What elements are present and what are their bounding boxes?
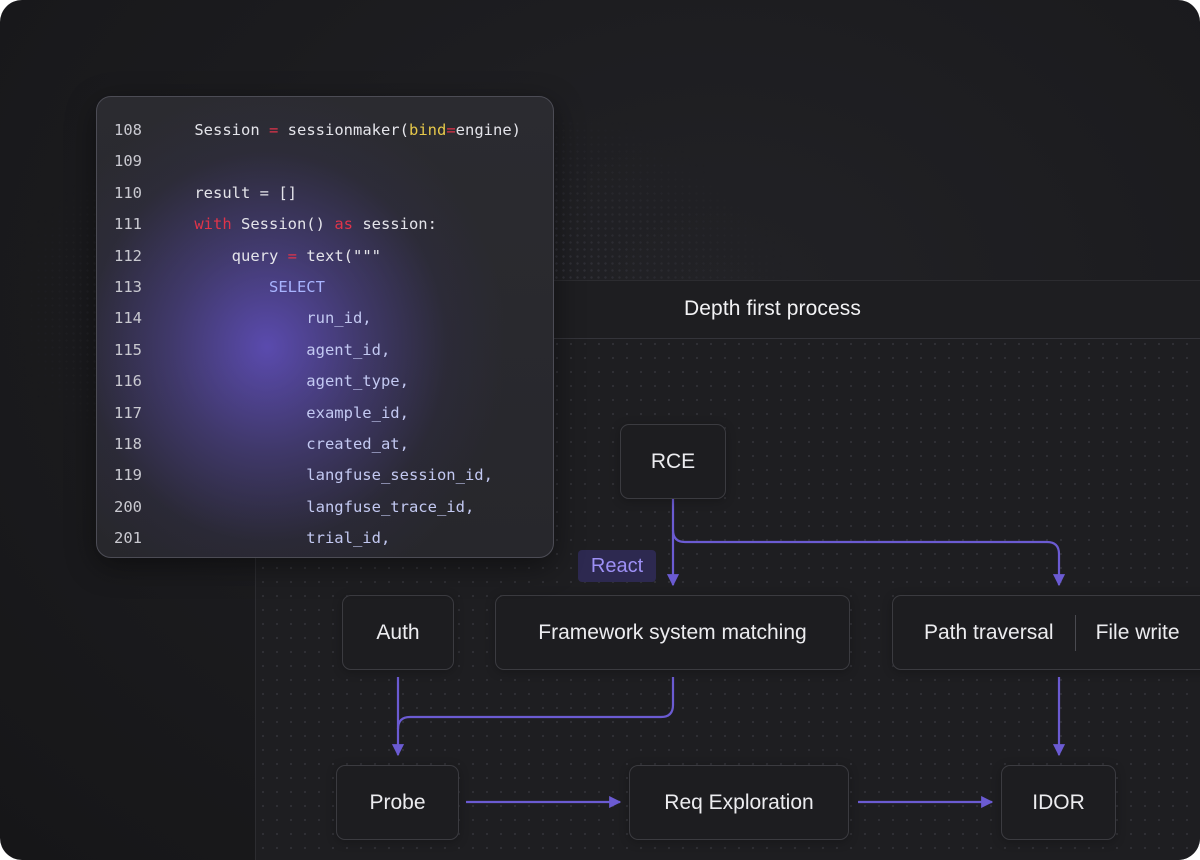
node-file-write-label: File write: [1095, 620, 1180, 644]
code-text: Session = sessionmaker(bind=engine): [157, 119, 521, 141]
code-token: query: [157, 246, 288, 265]
edge-rce-to-path-traversal: [671, 529, 1066, 587]
code-line: 118 created_at,: [97, 433, 553, 455]
line-number: 110: [114, 183, 142, 202]
code-text: run_id,: [157, 307, 372, 329]
code-text: agent_type,: [157, 370, 409, 392]
node-req-exploration-label: Req Exploration: [664, 790, 814, 814]
code-panel: 108 Session = sessionmaker(bind=engine) 1…: [96, 96, 554, 558]
code-token: agent_type,: [157, 372, 409, 391]
node-path-traversal-label: Path traversal: [924, 620, 1054, 644]
code-line: 109: [97, 150, 553, 172]
line-number: 116: [114, 372, 142, 391]
code-token: sessionmaker(: [278, 121, 409, 139]
code-token: langfuse_session_id,: [157, 466, 493, 485]
code-token: =: [268, 121, 279, 139]
node-rce[interactable]: RCE: [620, 424, 726, 499]
code-token: engine): [455, 121, 521, 139]
node-framework-system-matching[interactable]: Framework system matching: [495, 595, 850, 670]
code-text: agent_id,: [157, 339, 390, 361]
line-number: 108: [114, 121, 142, 139]
code-token: =: [446, 121, 456, 139]
line-number: 118: [114, 435, 142, 453]
code-text: result = []: [157, 182, 297, 204]
code-line: 113 SELECT: [97, 276, 553, 298]
node-auth-label: Auth: [376, 620, 420, 644]
code-line: 200 langfuse_trace_id,: [97, 496, 553, 518]
code-token: run_id,: [157, 309, 372, 328]
node-framework-label: Framework system matching: [538, 620, 807, 644]
node-idor[interactable]: IDOR: [1001, 765, 1116, 840]
node-path-traversal-file-write[interactable]: Path traversal File write: [892, 595, 1200, 670]
line-number: 201: [114, 529, 142, 548]
code-token: Session(): [231, 215, 335, 234]
code-line: 114 run_id,: [97, 307, 553, 329]
react-tag-label: React: [590, 554, 644, 577]
code-token: bind: [408, 121, 447, 139]
code-token: Session: [157, 121, 269, 139]
line-number: 109: [114, 152, 142, 171]
code-line: 112 query = text(""": [97, 245, 553, 267]
line-number: 119: [114, 466, 142, 485]
node-idor-label: IDOR: [1032, 790, 1085, 814]
node-rce-label: RCE: [650, 449, 696, 473]
line-number: 200: [114, 497, 142, 516]
code-line: 116 agent_type,: [97, 370, 553, 392]
code-text: trial_id,: [157, 527, 390, 549]
code-line: 115 agent_id,: [97, 339, 553, 361]
code-line: 110 result = []: [97, 182, 553, 204]
code-token: session:: [352, 215, 437, 234]
code-line: 119 langfuse_session_id,: [97, 464, 553, 486]
edge-framework-to-probe: [396, 677, 675, 730]
code-token: agent_id,: [157, 340, 391, 359]
code-token: langfuse_trace_id,: [157, 497, 475, 516]
line-number: 112: [114, 246, 142, 265]
node-req-exploration[interactable]: Req Exploration: [629, 765, 849, 840]
code-text: with Session() as session:: [157, 213, 437, 235]
code-token: with: [194, 215, 232, 234]
code-text: created_at,: [157, 433, 409, 455]
code-token: result = []: [157, 183, 297, 202]
line-number: 113: [114, 278, 142, 296]
line-number: 111: [114, 215, 142, 234]
code-line: 201 trial_id,: [97, 527, 553, 549]
code-token: example_id,: [157, 403, 409, 422]
code-line: 111 with Session() as session:: [97, 213, 553, 235]
canvas: Depth first process RCE Auth Framework s…: [0, 0, 1200, 860]
code-token: as: [334, 215, 353, 234]
react-tag: React: [578, 550, 656, 582]
code-token: trial_id,: [157, 529, 391, 548]
code-text: example_id,: [157, 402, 409, 424]
code-token: SELECT: [157, 278, 325, 296]
code-line: 108 Session = sessionmaker(bind=engine): [97, 119, 553, 141]
node-auth[interactable]: Auth: [342, 595, 454, 670]
code-token: text(""": [297, 246, 381, 265]
code-token: =: [287, 246, 297, 265]
line-number: 114: [114, 309, 142, 328]
code-text: query = text(""": [157, 245, 381, 267]
code-line: 117 example_id,: [97, 402, 553, 424]
code-text: langfuse_trace_id,: [157, 496, 474, 518]
code-token: created_at,: [157, 435, 409, 453]
code-text: langfuse_session_id,: [157, 464, 493, 486]
line-number: 117: [114, 403, 142, 422]
code-text: SELECT: [157, 276, 325, 298]
line-number: 115: [114, 340, 142, 359]
node-probe-label: Probe: [369, 790, 426, 814]
node-probe[interactable]: Probe: [336, 765, 459, 840]
